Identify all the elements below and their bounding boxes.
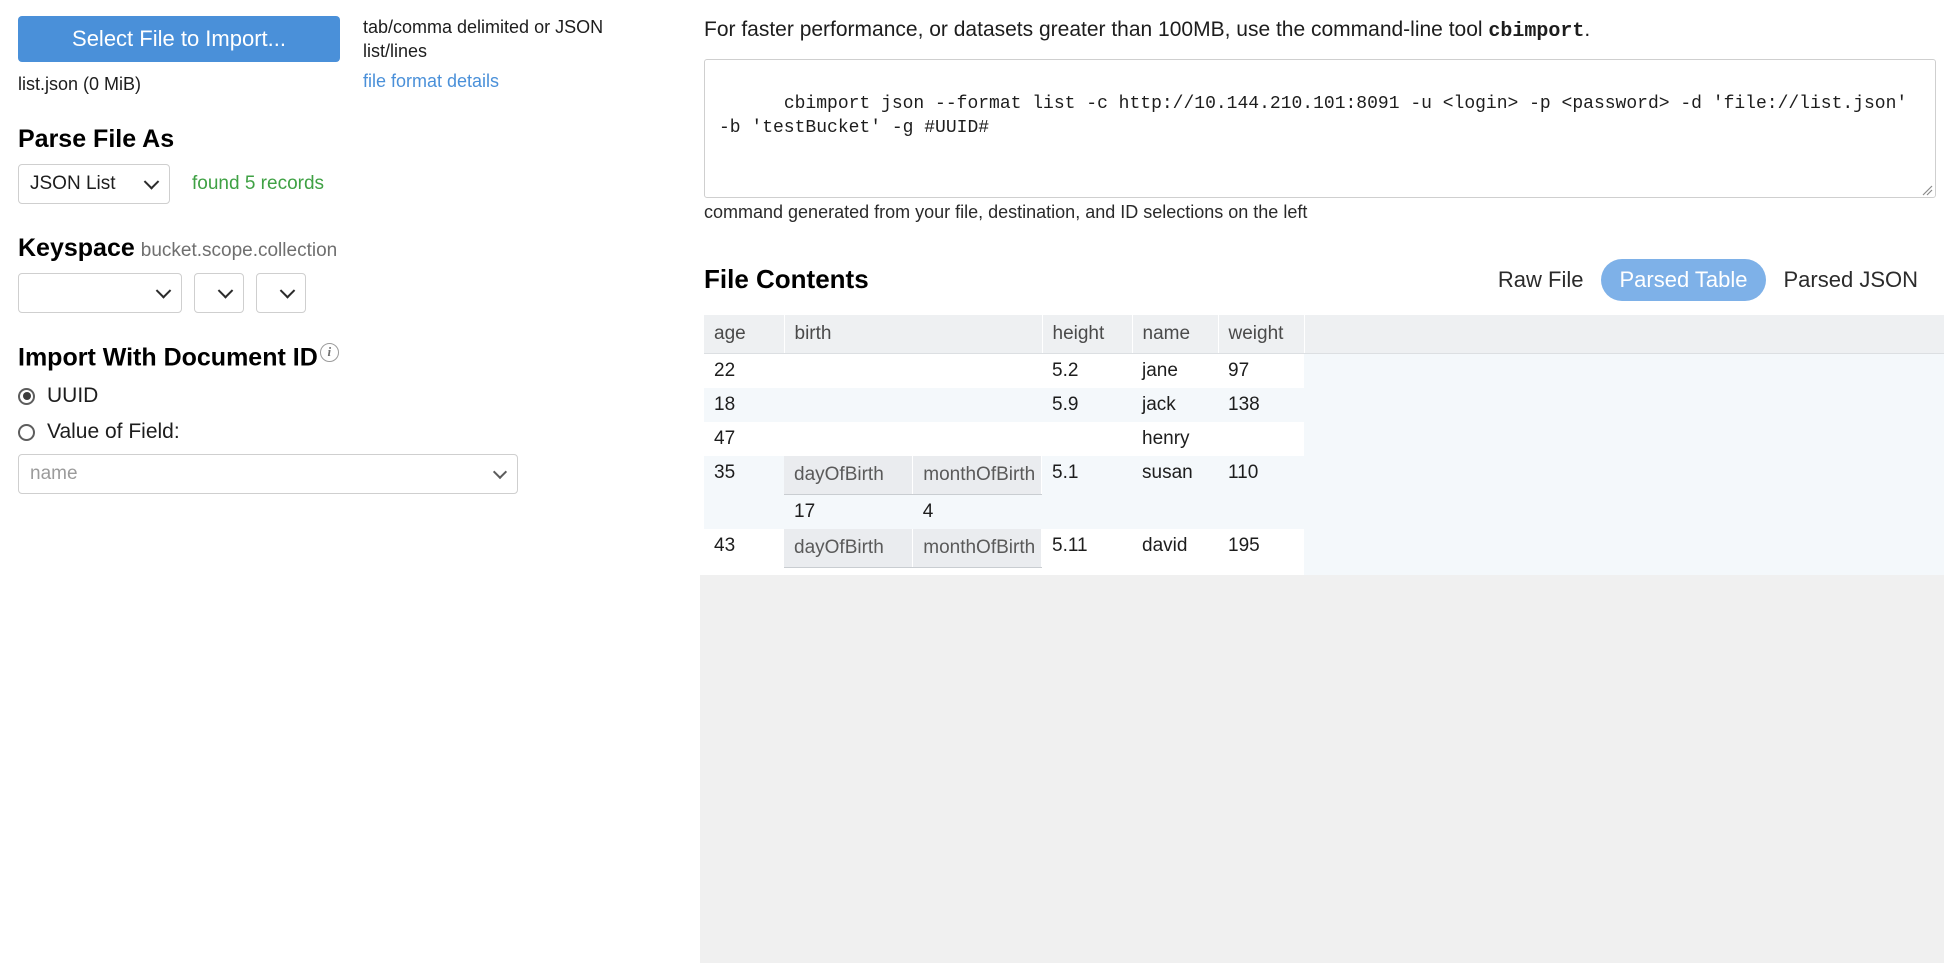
radio-uuid-label: UUID xyxy=(47,384,99,408)
keyspace-collection-select[interactable] xyxy=(256,273,306,313)
import-documents-page: Select File to Import... list.json (0 Mi… xyxy=(0,0,1944,963)
nested-cell-dayOfBirth: 17 xyxy=(794,500,816,522)
cell-birth xyxy=(784,387,1042,422)
nested-birth-header-row: dayOfBirth monthOfBirth xyxy=(784,528,1042,568)
import-settings-panel: Select File to Import... list.json (0 Mi… xyxy=(0,0,700,963)
tab-parsed-json[interactable]: Parsed JSON xyxy=(1766,259,1937,301)
radio-value-of-field-indicator[interactable] xyxy=(18,423,35,441)
cell-name: susan xyxy=(1132,455,1218,529)
document-id-field-placeholder: name xyxy=(30,463,78,485)
import-with-document-id-heading: Import With Document ID i xyxy=(18,343,700,372)
parsed-table-container: age birth height name weight 22 5.2 jane 97… xyxy=(704,314,1944,602)
cell-name: jane xyxy=(1132,353,1218,388)
cell-age: 35 xyxy=(704,455,784,529)
nested-birth-table: dayOfBirth monthOfBirth 17 4 xyxy=(784,455,1042,529)
radio-uuid-indicator[interactable] xyxy=(18,387,35,405)
column-header-height[interactable]: height xyxy=(1042,314,1133,354)
cell-weight xyxy=(1218,421,1304,456)
column-header-age[interactable]: age xyxy=(704,314,785,354)
nested-column-header-dayOfBirth[interactable]: dayOfBirth xyxy=(784,455,914,495)
parse-file-as-select[interactable]: JSON List xyxy=(18,164,170,204)
generated-command-caption: command generated from your file, destin… xyxy=(704,201,1308,222)
cell-birth xyxy=(784,353,1042,388)
cell-birth: dayOfBirth monthOfBirth 17 4 xyxy=(784,455,1042,529)
cbimport-tool-name: cbimport xyxy=(1488,20,1585,43)
tab-parsed-table[interactable]: Parsed Table xyxy=(1601,258,1766,301)
parsed-table-header-row: age birth height name weight xyxy=(704,314,1944,354)
nested-birth-value-row: 17 4 xyxy=(784,494,1042,529)
performance-note-suffix: . xyxy=(1584,18,1591,41)
generated-command-text: cbimport json --format list -c http://10… xyxy=(719,93,1919,138)
cell-height: 5.2 xyxy=(1042,353,1132,388)
nested-birth-header-row: dayOfBirth monthOfBirth xyxy=(784,455,1042,495)
cell-birth xyxy=(784,421,1042,456)
cell-height: 5.9 xyxy=(1042,387,1132,422)
file-format-details-link[interactable]: file format details xyxy=(363,70,653,94)
file-contents-header: File Contents Raw File Parsed Table Pars… xyxy=(704,258,1937,301)
panel-background-filler xyxy=(700,575,1944,963)
cell-weight: 110 xyxy=(1218,455,1304,529)
cell-age: 18 xyxy=(704,387,784,422)
cell-weight: 97 xyxy=(1218,353,1304,388)
resize-grip-icon[interactable] xyxy=(1919,182,1933,196)
info-icon[interactable]: i xyxy=(319,343,339,362)
parse-file-as-label: Parse File As xyxy=(18,125,175,153)
column-header-filler xyxy=(1304,314,1944,354)
table-row: 47 henry xyxy=(704,421,1944,456)
cell-age: 47 xyxy=(704,421,784,456)
file-format-hint-text: tab/comma delimited or JSON list/lines xyxy=(363,17,604,61)
tab-raw-file[interactable]: Raw File xyxy=(1480,259,1602,301)
table-row: 22 5.2 jane 97 xyxy=(704,353,1944,388)
cell-filler xyxy=(1304,353,1944,388)
cell-height: 5.1 xyxy=(1042,455,1132,529)
column-header-weight[interactable]: weight xyxy=(1218,314,1305,354)
cell-filler xyxy=(1304,421,1944,456)
nested-cell-monthOfBirth: 4 xyxy=(922,500,934,522)
cell-filler xyxy=(1304,455,1944,529)
keyspace-row xyxy=(18,273,700,313)
table-row: 35 dayOfBirth monthOfBirth 17 4 5.1 susan 110 xyxy=(704,455,1944,529)
parsed-table: age birth height name weight 22 5.2 jane 97… xyxy=(704,314,1944,602)
parse-file-as-row: JSON List found 5 records xyxy=(18,164,700,204)
radio-value-of-field-option[interactable]: Value of Field: xyxy=(18,420,700,444)
nested-column-header-dayOfBirth[interactable]: dayOfBirth xyxy=(784,528,914,568)
keyspace-sublabel: bucket.scope.collection xyxy=(140,240,338,261)
cell-age: 22 xyxy=(704,353,784,388)
keyspace-heading: Keyspace bucket.scope.collection xyxy=(18,234,700,263)
keyspace-label: Keyspace xyxy=(18,234,135,262)
document-id-field-select[interactable]: name xyxy=(18,454,518,495)
view-mode-tabs: Raw File Parsed Table Parsed JSON xyxy=(1480,258,1937,301)
cell-name: henry xyxy=(1132,421,1218,456)
keyspace-bucket-select[interactable] xyxy=(18,273,182,313)
parse-file-as-heading: Parse File As xyxy=(18,125,700,154)
keyspace-scope-select[interactable] xyxy=(194,273,244,313)
nested-column-header-monthOfBirth[interactable]: monthOfBirth xyxy=(912,528,1042,568)
radio-uuid-option[interactable]: UUID xyxy=(18,384,700,408)
select-file-to-import-button[interactable]: Select File to Import... xyxy=(18,16,340,62)
performance-note: For faster performance, or datasets grea… xyxy=(704,18,1944,43)
column-header-birth[interactable]: birth xyxy=(784,314,1043,354)
file-preview-panel: For faster performance, or datasets grea… xyxy=(700,0,1944,963)
cell-name: jack xyxy=(1132,387,1218,422)
parsed-table-body: 22 5.2 jane 97 18 5.9 jack 138 47 henry 35 dayOfBir… xyxy=(704,353,1944,602)
found-records-status: found 5 records xyxy=(192,173,325,194)
parse-file-as-value: JSON List xyxy=(30,173,116,194)
nested-column-header-monthOfBirth[interactable]: monthOfBirth xyxy=(912,455,1042,495)
cell-weight: 138 xyxy=(1218,387,1304,422)
column-header-name[interactable]: name xyxy=(1132,314,1219,354)
parsed-table-head: age birth height name weight xyxy=(704,314,1944,354)
table-row: 18 5.9 jack 138 xyxy=(704,387,1944,422)
cell-filler xyxy=(1304,387,1944,422)
performance-note-prefix: For faster performance, or datasets grea… xyxy=(704,18,1489,41)
radio-value-of-field-label: Value of Field: xyxy=(47,420,180,444)
generated-command-textarea[interactable]: cbimport json --format list -c http://10… xyxy=(704,59,1936,198)
import-with-document-id-label: Import With Document ID xyxy=(18,343,318,372)
cell-height xyxy=(1042,421,1132,456)
file-format-hint: tab/comma delimited or JSON list/lines f… xyxy=(363,16,653,94)
file-contents-title: File Contents xyxy=(704,264,869,295)
